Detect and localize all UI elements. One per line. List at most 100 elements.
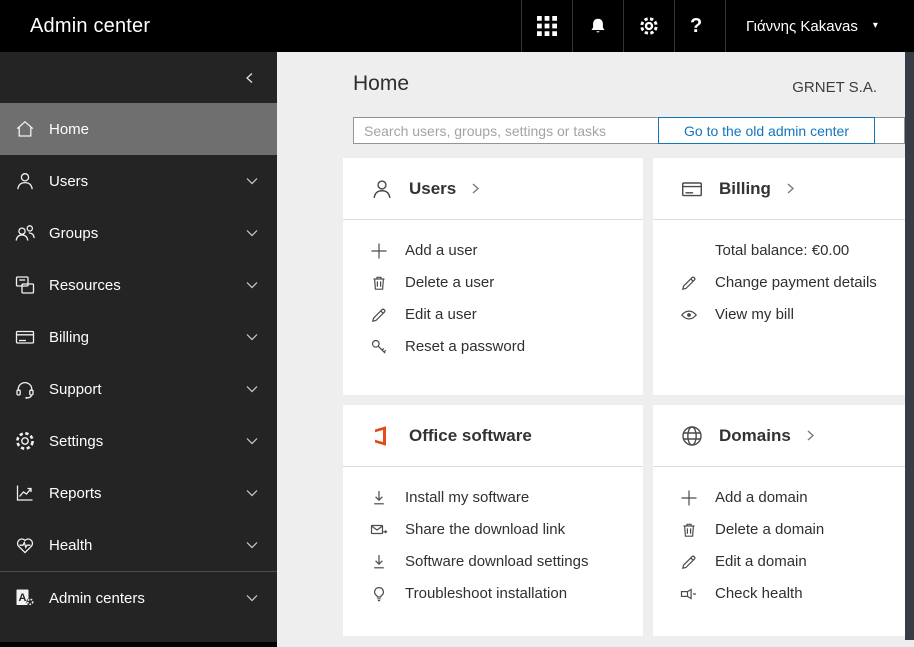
sidebar-item-groups[interactable]: Groups [0, 207, 277, 259]
sidebar-item-support[interactable]: Support [0, 363, 277, 415]
card-text-total-balance-0-00: Total balance: €0.00 [680, 241, 905, 260]
sidebar-item-billing[interactable]: Billing [0, 311, 277, 363]
sidebar-item-label: Settings [49, 432, 104, 450]
user-menu[interactable]: Γιάννης Kakavas ▾ [725, 0, 914, 52]
office-logo-icon [370, 424, 394, 448]
card-office-software: Office software Install my software Share … [343, 405, 643, 636]
card-item-label: Edit a user [405, 306, 477, 323]
sidebar-item-resources[interactable]: Resources [0, 259, 277, 311]
card-header-users[interactable]: Users [343, 158, 643, 220]
download-icon [370, 489, 388, 507]
app-launcher-button[interactable] [521, 0, 572, 52]
trash-icon [370, 274, 388, 292]
card-action-add-a-user[interactable]: Add a user [370, 241, 643, 260]
sidebar-item-users[interactable]: Users [0, 155, 277, 207]
card-action-edit-a-domain[interactable]: Edit a domain [680, 552, 905, 571]
search-bar: Go to the old admin center [353, 117, 905, 144]
card-item-label: Share the download link [405, 521, 566, 538]
card-action-reset-a-password[interactable]: Reset a password [370, 337, 643, 356]
collapse-sidebar-button[interactable] [243, 71, 257, 85]
card-action-delete-a-domain[interactable]: Delete a domain [680, 520, 905, 539]
gear-filled-icon [639, 16, 659, 36]
health-icon [14, 534, 36, 556]
sidebar-item-admin-centers[interactable]: A Admin centers [0, 572, 277, 624]
sidebar-item-label: Users [49, 172, 89, 190]
chevron-right-icon [804, 429, 817, 442]
pencil-icon [370, 306, 388, 324]
plus-icon [680, 489, 698, 507]
download-icon [370, 553, 388, 571]
chevron-down-icon [245, 486, 259, 500]
chevron-down-icon [245, 226, 259, 240]
settings-button[interactable] [623, 0, 674, 52]
sidebar-item-reports[interactable]: Reports [0, 467, 277, 519]
card-item-label: Check health [715, 585, 803, 602]
chevron-down-icon [245, 278, 259, 292]
search-input[interactable] [354, 118, 654, 143]
home-icon [14, 118, 36, 140]
card-header-billing[interactable]: Billing [653, 158, 905, 220]
org-name: GRNET S.A. [792, 79, 877, 96]
topbar-icon-group: ? [521, 0, 725, 52]
eye-icon [680, 306, 698, 324]
gear-outline-icon [14, 430, 36, 452]
card-item-label: Software download settings [405, 553, 589, 570]
sidebar-item-label: Groups [49, 224, 99, 242]
sidebar-nav: Home Users Groups Resources Billing Support Se… [0, 103, 277, 624]
card-body: Add a user Delete a user Edit a user Reset … [343, 220, 643, 356]
old-admin-center-button[interactable]: Go to the old admin center [658, 117, 875, 144]
chevron-right-icon [469, 182, 482, 195]
sidebar-item-label: Support [49, 380, 102, 398]
card-body: Add a domain Delete a domain Edit a domain… [653, 467, 905, 603]
card-users: Users Add a user Delete a user Edit a user R… [343, 158, 643, 395]
app-title: Admin center [30, 14, 151, 37]
sidebar-item-label: Health [49, 536, 93, 554]
card-action-install-my-software[interactable]: Install my software [370, 488, 643, 507]
card-action-troubleshoot-installation[interactable]: Troubleshoot installation [370, 584, 643, 603]
plus-icon [370, 242, 388, 260]
trash-icon [680, 521, 698, 539]
card-header-office-software: Office software [343, 405, 643, 467]
group-icon [14, 222, 36, 244]
card-domains: Domains Add a domain Delete a domain Edit a… [653, 405, 905, 636]
card-body: Install my software Share the download li… [343, 467, 643, 603]
card-action-software-download-settings[interactable]: Software download settings [370, 552, 643, 571]
flashlight-icon [680, 585, 698, 603]
bell-icon [588, 16, 608, 36]
card-item-label: Delete a domain [715, 521, 825, 538]
card-action-delete-a-user[interactable]: Delete a user [370, 273, 643, 292]
help-button[interactable]: ? [674, 0, 725, 52]
sidebar-item-settings[interactable]: Settings [0, 415, 277, 467]
pencil-icon [680, 274, 698, 292]
card-action-share-the-download-link[interactable]: Share the download link [370, 520, 643, 539]
sidebar-item-label: Resources [49, 276, 121, 294]
card-item-label: Install my software [405, 489, 530, 506]
notifications-button[interactable] [572, 0, 623, 52]
share-icon [370, 521, 388, 539]
sidebar-collapse-row [0, 52, 277, 103]
sidebar-item-health[interactable]: Health [0, 519, 277, 571]
chevron-left-icon [246, 72, 253, 83]
person-icon [370, 177, 394, 201]
globe-icon [680, 424, 704, 448]
no-icon [680, 242, 698, 260]
sidebar-item-home[interactable]: Home [0, 103, 277, 155]
card-action-edit-a-user[interactable]: Edit a user [370, 305, 643, 324]
card-item-label: View my bill [715, 306, 794, 323]
card-action-add-a-domain[interactable]: Add a domain [680, 488, 905, 507]
card-item-label: Change payment details [715, 274, 877, 291]
help-icon: ? [690, 15, 703, 37]
scrollbar[interactable] [905, 52, 914, 640]
card-title: Office software [409, 425, 532, 445]
card-item-label: Edit a domain [715, 553, 807, 570]
card-header-domains[interactable]: Domains [653, 405, 905, 467]
card-item-label: Total balance: €0.00 [715, 242, 850, 259]
card-action-change-payment-details[interactable]: Change payment details [680, 273, 905, 292]
card-title: Domains [719, 425, 791, 445]
card-action-check-health[interactable]: Check health [680, 584, 905, 603]
chevron-down-icon [245, 434, 259, 448]
chart-icon [14, 482, 36, 504]
card-item-label: Reset a password [405, 338, 526, 355]
card-action-view-my-bill[interactable]: View my bill [680, 305, 905, 324]
user-name: Γιάννης Kakavas [746, 17, 858, 35]
